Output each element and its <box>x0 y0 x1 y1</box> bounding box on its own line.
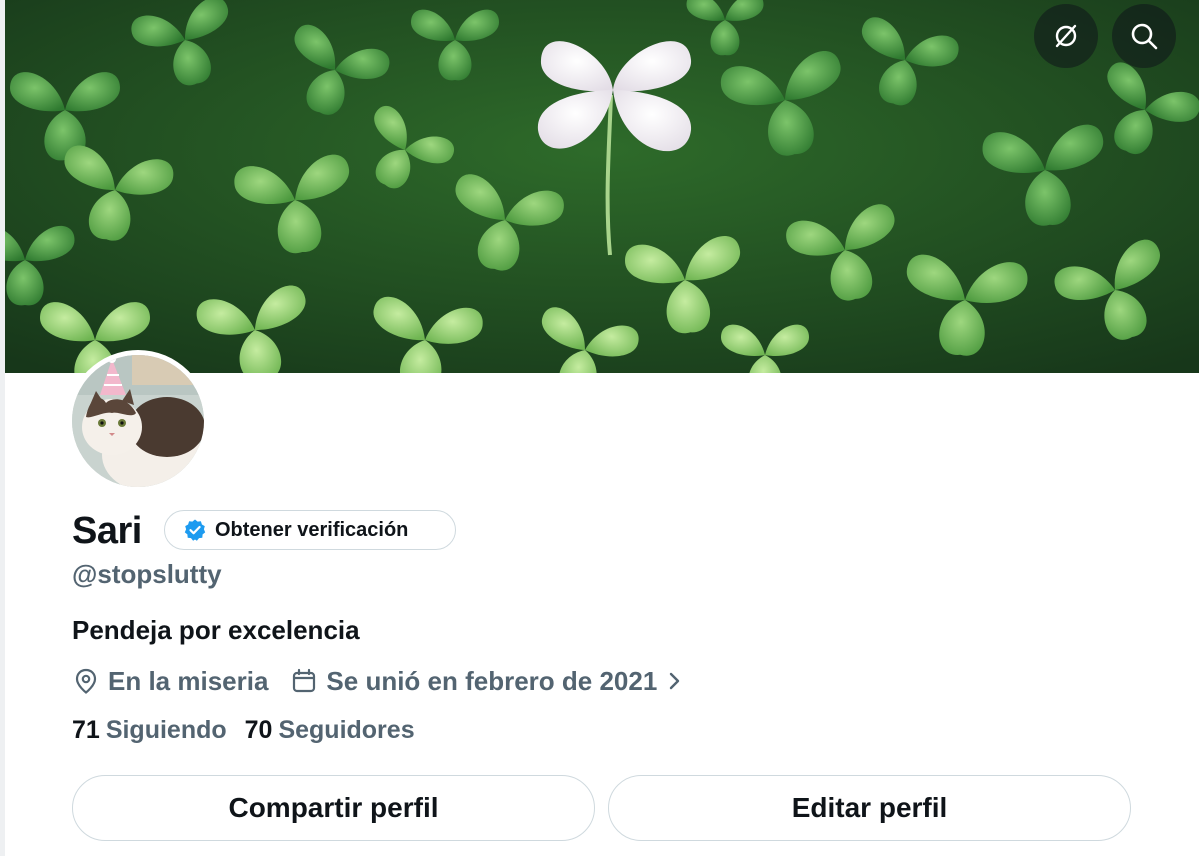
profile-bio: Pendeja por excelencia <box>72 615 360 645</box>
joined-date-item[interactable]: Se unió en febrero de 2021 <box>290 666 691 697</box>
followers-link[interactable]: 70 Seguidores <box>245 716 415 745</box>
translate-button[interactable] <box>1034 4 1098 68</box>
following-link[interactable]: 71 Siguiendo <box>72 716 227 745</box>
profile-handle: @stopslutty <box>72 559 222 589</box>
follow-stats: 71 Siguiendo 70 Seguidores <box>72 716 415 745</box>
edit-profile-button[interactable]: Editar perfil <box>608 775 1131 841</box>
profile-name: Sari <box>72 510 142 552</box>
translate-slash-icon <box>1055 24 1077 48</box>
joined-date-text: Se unió en febrero de 2021 <box>326 665 658 696</box>
search-icon <box>1131 23 1158 50</box>
profile-meta: En la miseria Se unió en febrero de 2021 <box>72 662 691 700</box>
avatar[interactable] <box>67 350 209 492</box>
profile-banner[interactable] <box>5 0 1199 373</box>
calendar-icon <box>293 668 316 693</box>
location-item: En la miseria <box>72 666 268 697</box>
following-count: 71 <box>72 716 100 744</box>
search-button[interactable] <box>1112 4 1176 68</box>
get-verified-button[interactable]: Obtener verificación <box>164 510 456 550</box>
location-text: En la miseria <box>108 665 269 696</box>
chevron-right-icon <box>670 672 680 690</box>
clover-banner-image <box>5 0 1199 373</box>
cat-avatar-illustration <box>72 355 204 487</box>
verified-badge-icon <box>184 519 206 541</box>
share-profile-button[interactable]: Compartir perfil <box>72 775 595 841</box>
get-verified-label: Obtener verificación <box>215 518 409 541</box>
followers-count: 70 <box>244 716 273 744</box>
avatar-image <box>72 355 204 487</box>
followers-label: Seguidores <box>278 716 415 744</box>
following-label: Siguiendo <box>105 716 227 744</box>
location-pin-icon <box>75 668 97 694</box>
